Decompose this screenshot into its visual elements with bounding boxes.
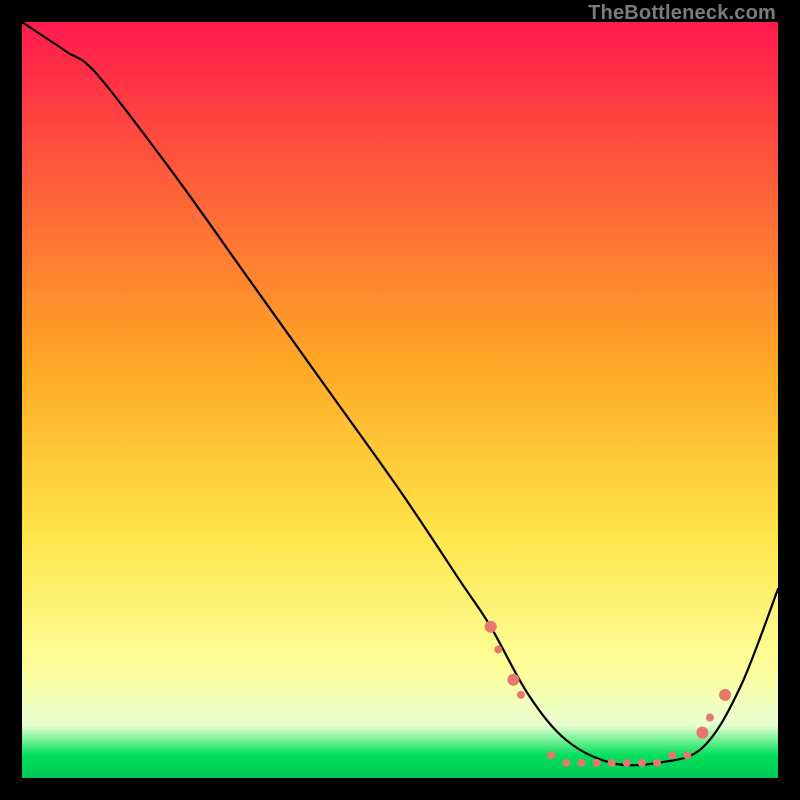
marker-dot: [485, 621, 497, 633]
gradient-background: [22, 22, 778, 778]
marker-dot: [547, 751, 555, 759]
marker-dot: [623, 759, 631, 767]
marker-dot: [719, 689, 731, 701]
marker-dot: [683, 751, 691, 759]
marker-dot: [706, 714, 714, 722]
chart-svg: [22, 22, 778, 778]
marker-dot: [517, 691, 525, 699]
marker-dot: [494, 645, 502, 653]
marker-dot: [507, 674, 519, 686]
marker-dot: [608, 759, 616, 767]
marker-dot: [638, 759, 646, 767]
marker-dot: [668, 751, 676, 759]
watermark-text: TheBottleneck.com: [588, 2, 776, 25]
marker-dot: [696, 727, 708, 739]
chart-frame: TheBottleneck.com: [0, 0, 800, 800]
marker-dot: [577, 759, 585, 767]
marker-dot: [562, 759, 570, 767]
marker-dot: [593, 759, 601, 767]
plot-area: [22, 22, 778, 778]
marker-dot: [653, 759, 661, 767]
